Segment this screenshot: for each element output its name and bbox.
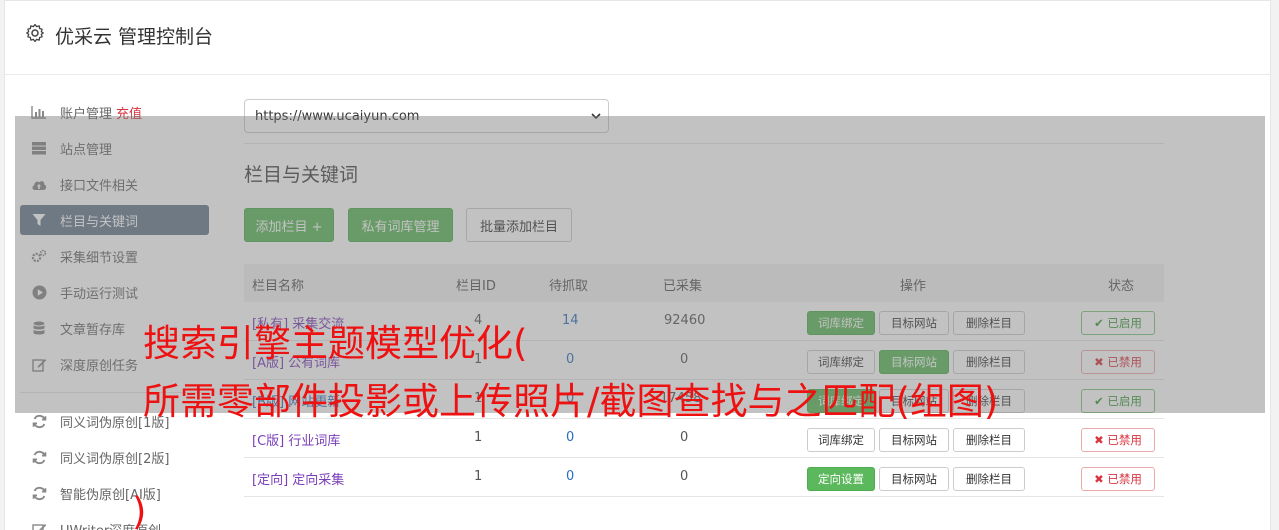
column-id: 1 — [474, 469, 483, 484]
sidebar-item-ai-original[interactable]: 智能伪原创[AI版] — [20, 478, 209, 508]
directed-settings-button[interactable]: 定向设置 — [807, 467, 875, 491]
sidebar-item-uwriter[interactable]: UWriter深度原创 — [20, 514, 209, 530]
overlay-headline-line-3: ) — [132, 490, 147, 530]
sidebar-item-synonym-v2[interactable]: 同义词伪原创[2版] — [20, 442, 209, 472]
collected-count: 0 — [680, 469, 689, 484]
bind-lexicon-button[interactable]: 词库绑定 — [807, 428, 875, 452]
gear-icon — [26, 23, 44, 43]
page-title: 优采云 管理控制台 — [55, 26, 214, 48]
status-toggle[interactable]: ✖ 已禁用 — [1081, 428, 1155, 452]
column-id: 1 — [474, 430, 483, 445]
target-site-button[interactable]: 目标网站 — [879, 428, 949, 452]
delete-column-button[interactable]: 删除栏目 — [953, 467, 1025, 491]
gray-overlay — [15, 116, 1265, 413]
column-name-link[interactable]: [C版] 行业词库 — [252, 430, 340, 449]
overlay-headline-line-2: 所需零部件投影或上传照片/截图查找与之匹配(组图) — [143, 380, 999, 423]
target-site-button[interactable]: 目标网站 — [879, 467, 949, 491]
column-name-link[interactable]: [定向] 定向采集 — [252, 469, 344, 488]
sidebar-item-label: 同义词伪原创[2版] — [60, 451, 170, 467]
edit-icon — [31, 521, 47, 530]
pending-count[interactable]: 0 — [566, 469, 574, 484]
pending-count[interactable]: 0 — [566, 430, 574, 445]
table-row: [定向] 定向采集 1 0 0 定向设置 目标网站 删除栏目 ✖ 已禁用 — [244, 458, 1164, 497]
refresh-icon — [31, 485, 47, 501]
refresh-icon — [31, 449, 47, 465]
console-header: 优采云 管理控制台 — [5, 1, 1270, 75]
delete-column-button[interactable]: 删除栏目 — [953, 428, 1025, 452]
overlay-headline-line-1: 搜索引擎主题模型优化( — [143, 322, 528, 365]
status-toggle[interactable]: ✖ 已禁用 — [1081, 467, 1155, 491]
refresh-icon — [31, 413, 47, 429]
collected-count: 0 — [680, 430, 689, 445]
